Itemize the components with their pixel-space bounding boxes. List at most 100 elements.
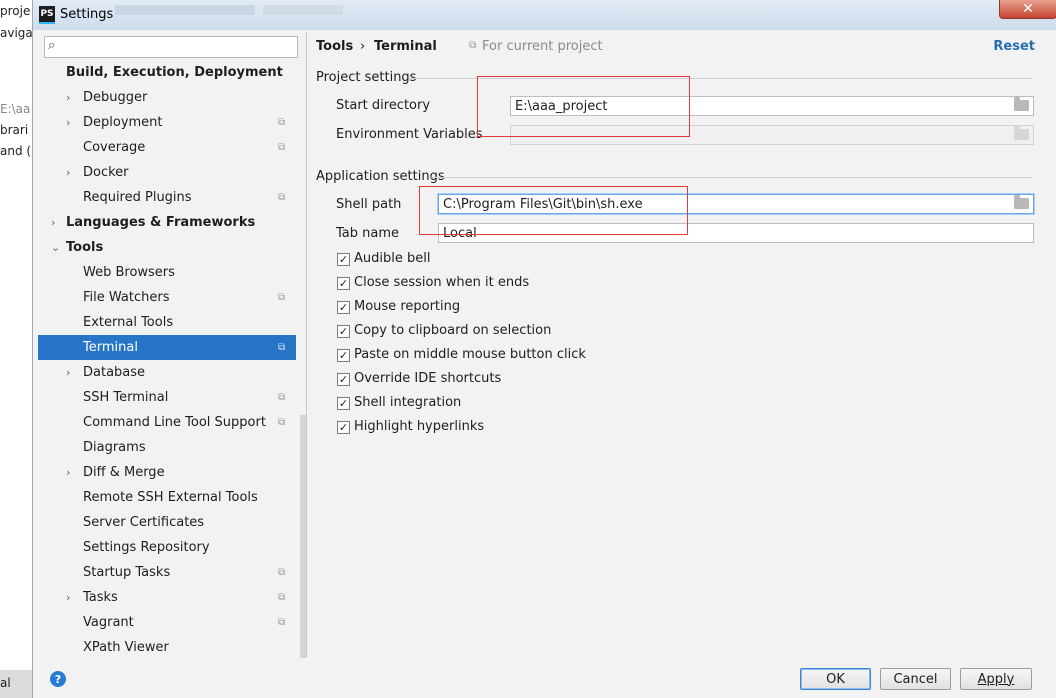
- tree-item[interactable]: XPath Viewer: [38, 635, 296, 660]
- ok-button[interactable]: OK: [800, 668, 871, 690]
- env-vars-field[interactable]: [510, 125, 1034, 145]
- tree-item-label: Languages & Frameworks: [66, 215, 256, 230]
- background-fragment: aviga: [0, 26, 33, 40]
- checkbox[interactable]: ✓: [337, 373, 350, 386]
- tree-item-label: Coverage: [83, 140, 146, 155]
- start-directory-field[interactable]: E:\aaa_project: [510, 96, 1034, 116]
- checkbox-label: Paste on middle mouse button click: [354, 347, 586, 362]
- folder-icon[interactable]: [1014, 195, 1029, 209]
- chevron-right-icon[interactable]: ›: [66, 460, 70, 485]
- tree-item[interactable]: Settings Repository: [38, 535, 296, 560]
- tree-item-label: XPath Viewer: [83, 640, 169, 655]
- tree-item[interactable]: Server Certificates: [38, 510, 296, 535]
- tree-item[interactable]: Remote SSH External Tools: [38, 485, 296, 510]
- chevron-right-icon[interactable]: ›: [66, 360, 70, 385]
- tree-item-label: Docker: [83, 165, 129, 180]
- tree-item[interactable]: Startup Tasks ⧉: [38, 560, 296, 585]
- settings-nav: ⌕ Build, Execution, Deployment › Debugger ›…: [38, 32, 309, 660]
- checkbox-label: Shell integration: [354, 395, 462, 410]
- title-bar[interactable]: PS Settings ✕: [33, 0, 1056, 30]
- terminal-settings-panel: Tools › Terminal ⧉ For current project R…: [307, 32, 1056, 658]
- project-scope-icon: ⧉: [278, 142, 286, 153]
- tree-item-label: Build, Execution, Deployment: [66, 65, 283, 80]
- checkbox-label: Override IDE shortcuts: [354, 371, 502, 386]
- section-title-project: Project settings: [316, 70, 417, 85]
- window-title: Settings: [60, 7, 114, 22]
- checkbox[interactable]: ✓: [337, 301, 350, 314]
- tree-item-label: Debugger: [83, 90, 148, 105]
- tree-item-label: Tasks: [83, 590, 118, 605]
- background-fragment: E:\aa: [0, 102, 31, 116]
- reset-link[interactable]: Reset: [993, 39, 1035, 54]
- apply-button[interactable]: Apply: [960, 668, 1032, 690]
- checkbox[interactable]: ✓: [337, 277, 350, 290]
- tree-item[interactable]: Coverage ⧉: [38, 135, 296, 160]
- checkbox-label: Audible bell: [354, 251, 431, 266]
- tree-item-label: Web Browsers: [83, 265, 175, 280]
- tree-item[interactable]: › Diff & Merge: [38, 460, 296, 485]
- apply-label: Apply: [977, 671, 1015, 687]
- project-scope-icon: ⧉: [278, 617, 286, 628]
- tree-item-label: Startup Tasks: [83, 565, 171, 580]
- tree-item-label: Diagrams: [83, 440, 146, 455]
- cancel-button[interactable]: Cancel: [880, 668, 951, 690]
- checkbox[interactable]: ✓: [337, 349, 350, 362]
- tree-item-label: File Watchers: [83, 290, 170, 305]
- tree-item[interactable]: › Debugger: [38, 85, 296, 110]
- tree-item[interactable]: File Watchers ⧉: [38, 285, 296, 310]
- checkbox[interactable]: ✓: [337, 325, 350, 338]
- background-fragment: al: [0, 676, 11, 690]
- chevron-right-icon[interactable]: ›: [66, 160, 70, 185]
- scope-label: For current project: [482, 39, 603, 54]
- folder-icon[interactable]: [1014, 97, 1029, 111]
- close-icon: ✕: [1022, 1, 1034, 17]
- section-title-application: Application settings: [316, 169, 445, 184]
- tree-item-label: SSH Terminal: [83, 390, 169, 405]
- tree-item[interactable]: Diagrams: [38, 435, 296, 460]
- tree-item[interactable]: › Tasks ⧉: [38, 585, 296, 610]
- tree-item[interactable]: ⌄ Tools: [38, 235, 296, 260]
- close-button[interactable]: ✕: [999, 0, 1056, 19]
- tree-item[interactable]: › Languages & Frameworks: [38, 210, 296, 235]
- shell-path-field[interactable]: C:\Program Files\Git\bin\sh.exe: [438, 194, 1034, 214]
- tree-item[interactable]: Build, Execution, Deployment: [38, 60, 296, 85]
- tab-name-field[interactable]: Local: [438, 223, 1034, 243]
- checkbox[interactable]: ✓: [337, 397, 350, 410]
- project-scope-icon: ⧉: [278, 192, 286, 203]
- folder-icon[interactable]: [1014, 126, 1029, 140]
- tree-item[interactable]: › Deployment ⧉: [38, 110, 296, 135]
- chevron-right-icon[interactable]: ›: [66, 110, 70, 135]
- chevron-right-icon[interactable]: ›: [66, 585, 70, 610]
- tree-item-label: Tools: [66, 240, 104, 255]
- tree-item[interactable]: Web Browsers: [38, 260, 296, 285]
- search-input[interactable]: ⌕: [44, 36, 298, 58]
- tree-item-label: Vagrant: [83, 615, 134, 630]
- tree-item[interactable]: External Tools: [38, 310, 296, 335]
- project-scope-icon: ⧉: [278, 392, 286, 403]
- tree-item[interactable]: Terminal ⧉: [38, 335, 296, 360]
- checkbox[interactable]: ✓: [337, 253, 350, 266]
- project-scope-icon: ⧉: [278, 292, 286, 303]
- section-divider: [409, 78, 1033, 79]
- help-icon[interactable]: ?: [50, 671, 66, 687]
- chevron-down-icon[interactable]: ⌄: [51, 235, 60, 260]
- project-scope-icon: ⧉: [278, 592, 286, 603]
- tree-item[interactable]: SSH Terminal ⧉: [38, 385, 296, 410]
- tree-item-label: Deployment: [83, 115, 163, 130]
- tree-item[interactable]: Vagrant ⧉: [38, 610, 296, 635]
- search-icon: ⌕: [48, 38, 56, 53]
- app-icon: PS: [39, 6, 55, 24]
- background-title-ghost: [115, 5, 255, 15]
- tree-item[interactable]: Required Plugins ⧉: [38, 185, 296, 210]
- breadcrumb-parent: Tools: [316, 39, 354, 54]
- project-scope-icon: ⧉: [469, 40, 477, 51]
- tree-item-label: Terminal: [83, 340, 138, 355]
- checkbox[interactable]: ✓: [337, 421, 350, 434]
- tree-item[interactable]: › Docker: [38, 160, 296, 185]
- tree-item[interactable]: › Database: [38, 360, 296, 385]
- tree-item[interactable]: Command Line Tool Support ⧉: [38, 410, 296, 435]
- chevron-right-icon[interactable]: ›: [51, 210, 55, 235]
- background-title-ghost: [263, 5, 343, 15]
- start-directory-label: Start directory: [336, 98, 431, 113]
- chevron-right-icon[interactable]: ›: [66, 85, 70, 110]
